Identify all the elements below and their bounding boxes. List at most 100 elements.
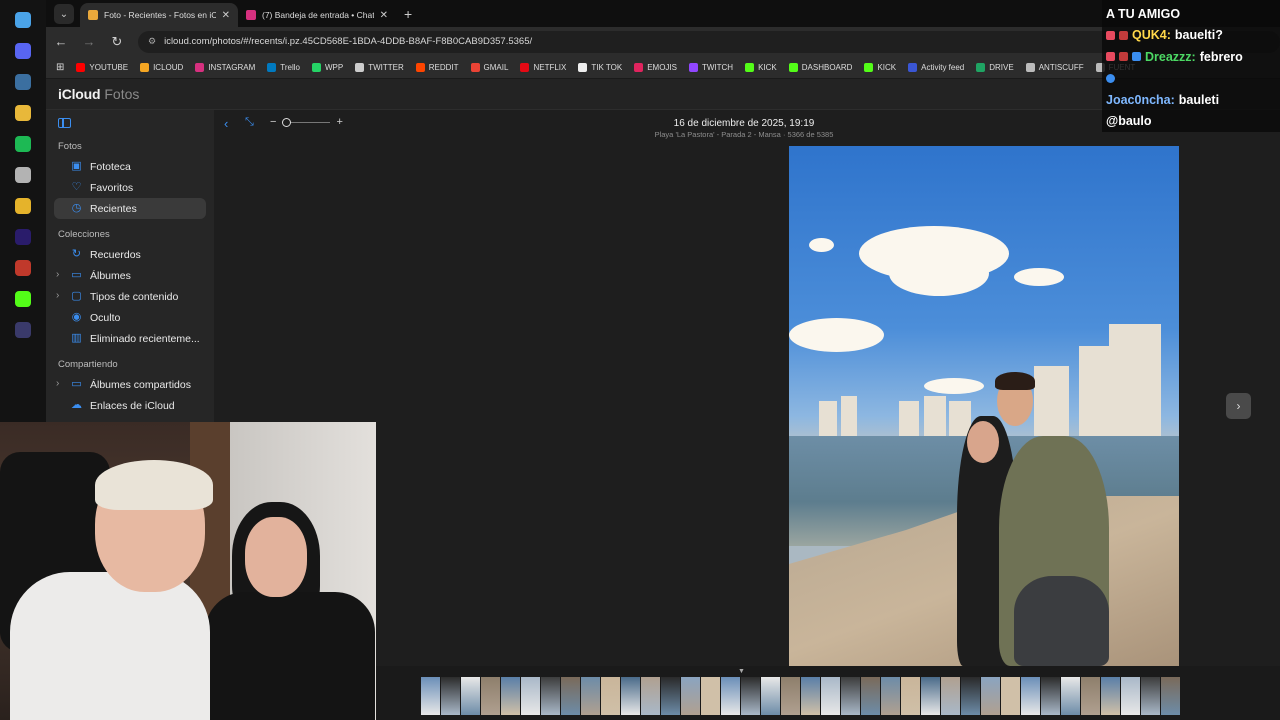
sidebar-item[interactable]: › ▭ Álbumes (54, 265, 206, 286)
sidebar-item[interactable]: › ▭ Álbumes compartidos (54, 374, 206, 395)
photo-thumbnail[interactable] (1161, 677, 1180, 715)
new-tab-plus-icon[interactable]: + (404, 6, 412, 22)
bookmark-item[interactable]: KICK (864, 62, 896, 72)
sidebar-item[interactable]: › ▢ Tipos de contenido (54, 286, 206, 307)
bookmark-item[interactable]: ANTISCUFF (1025, 62, 1084, 72)
bookmark-item[interactable]: NETFLIX (520, 62, 566, 72)
bookmark-item[interactable]: YOUTUBE (76, 62, 128, 72)
obs-icon[interactable] (0, 159, 46, 190)
photo-thumbnail[interactable] (1101, 677, 1120, 715)
photo-thumbnail[interactable] (821, 677, 840, 715)
photo-thumbnail[interactable] (941, 677, 960, 715)
photo-thumbnail[interactable] (1061, 677, 1080, 715)
chevron-right-icon[interactable]: › (56, 290, 59, 301)
sidebar-item[interactable]: ↻ Recuerdos (54, 244, 206, 265)
photo-thumbnail[interactable] (861, 677, 880, 715)
sidebar-item[interactable]: ◷ Recientes (54, 198, 206, 219)
chevron-right-icon[interactable]: › (56, 269, 59, 280)
photo-thumbnail[interactable] (881, 677, 900, 715)
back-arrow-icon[interactable]: ← (54, 34, 68, 49)
app-icon[interactable] (0, 314, 46, 345)
bookmark-item[interactable]: GMAIL (470, 62, 508, 72)
steam-icon[interactable] (0, 66, 46, 97)
photo-thumbnail[interactable] (421, 677, 440, 715)
bookmark-item[interactable]: INSTAGRAM (195, 62, 255, 72)
file-explorer-icon[interactable] (0, 97, 46, 128)
zoom-out-button[interactable]: − (270, 116, 276, 128)
bookmark-item[interactable]: EMOJIS (634, 62, 677, 72)
windows-icon[interactable] (0, 4, 46, 35)
bookmark-item[interactable]: ICLOUD (140, 62, 183, 72)
photo-thumbnail[interactable] (501, 677, 520, 715)
photo-thumbnail[interactable] (561, 677, 580, 715)
kick-icon[interactable] (0, 283, 46, 314)
bookmark-item[interactable]: KICK (745, 62, 777, 72)
photo-thumbnail[interactable] (521, 677, 540, 715)
photo-thumbnail[interactable] (921, 677, 940, 715)
photo-thumbnail[interactable] (601, 677, 620, 715)
photo-thumbnail[interactable] (721, 677, 740, 715)
expand-arrows-icon[interactable]: ⤡ (245, 116, 254, 129)
bookmark-item[interactable]: TWITCH (688, 62, 733, 72)
main-photo[interactable] (789, 146, 1179, 666)
photo-thumbnail[interactable] (1121, 677, 1140, 715)
close-tab-icon[interactable]: ✕ (222, 10, 230, 21)
photo-thumbnail[interactable] (481, 677, 500, 715)
photo-thumbnail[interactable] (681, 677, 700, 715)
photo-thumbnail[interactable] (961, 677, 980, 715)
sidebar-toggle-icon[interactable] (58, 118, 71, 128)
bookmark-item[interactable]: DASHBOARD (788, 62, 852, 72)
zoom-slider[interactable] (282, 117, 331, 127)
forward-arrow-icon[interactable]: → (82, 34, 96, 49)
sidebar-item[interactable]: ☁ Enlaces de iCloud (54, 395, 206, 416)
next-photo-chevron-icon[interactable]: › (1226, 393, 1251, 419)
photo-thumbnail[interactable] (981, 677, 1000, 715)
back-chevron-icon[interactable]: ‹ (224, 116, 228, 131)
apps-grid-icon[interactable]: ⊞ (56, 62, 64, 73)
zoom-slider-knob[interactable] (282, 117, 292, 127)
tab-search-chevron-icon[interactable]: ⌄ (54, 4, 74, 24)
photo-thumbnail[interactable] (581, 677, 600, 715)
photo-thumbnail[interactable] (1081, 677, 1100, 715)
photo-thumbnail[interactable] (1041, 677, 1060, 715)
photo-thumbnail[interactable] (701, 677, 720, 715)
photo-thumbnail[interactable] (441, 677, 460, 715)
discord-icon[interactable] (0, 35, 46, 66)
photo-thumbnail[interactable] (901, 677, 920, 715)
photo-thumbnail[interactable] (741, 677, 760, 715)
tab-icloud-photos[interactable]: Foto - Recientes - Fotos en iClo ✕ (80, 3, 238, 27)
bookmark-item[interactable]: DRIVE (976, 62, 1014, 72)
bookmark-item[interactable]: Trello (267, 62, 300, 72)
photo-thumbnail[interactable] (641, 677, 660, 715)
voicemeeter-icon[interactable] (0, 252, 46, 283)
sidebar-item[interactable]: ◉ Oculto (54, 307, 206, 328)
photo-thumbnail[interactable] (541, 677, 560, 715)
zoom-in-button[interactable]: + (336, 116, 342, 128)
bookmark-item[interactable]: WPP (311, 62, 343, 72)
close-tab-icon[interactable]: ✕ (380, 10, 388, 21)
chevron-right-icon[interactable]: › (56, 378, 59, 389)
site-info-icon[interactable]: ⚙ (148, 36, 156, 47)
bookmark-item[interactable]: TWITTER (355, 62, 404, 72)
photo-thumbnail[interactable] (461, 677, 480, 715)
icloud-logo[interactable]: iCloud (58, 86, 101, 102)
photo-thumbnail[interactable] (621, 677, 640, 715)
photo-thumbnail[interactable] (1021, 677, 1040, 715)
bookmark-item[interactable]: TIK TOK (578, 62, 622, 72)
spotify-icon[interactable] (0, 128, 46, 159)
tab-instagram-inbox[interactable]: (7) Bandeja de entrada • Chats ✕ (238, 3, 396, 27)
photo-thumbnail[interactable] (801, 677, 820, 715)
sidebar-item[interactable]: ▣ Fototeca (54, 156, 206, 177)
reload-icon[interactable]: ↻ (110, 34, 124, 50)
bookmark-item[interactable]: Activity feed (908, 62, 964, 72)
premiere-icon[interactable] (0, 221, 46, 252)
photo-thumbnail[interactable] (781, 677, 800, 715)
photo-thumbnail[interactable] (1001, 677, 1020, 715)
photo-thumbnail[interactable] (661, 677, 680, 715)
photo-thumbnail[interactable] (1141, 677, 1160, 715)
bookmark-item[interactable]: REDDIT (415, 62, 459, 72)
sidebar-item[interactable]: ▥ Eliminado recienteme... (54, 328, 206, 349)
photo-thumbnail[interactable] (761, 677, 780, 715)
photo-thumbnail[interactable] (841, 677, 860, 715)
sidebar-item[interactable]: ♡ Favoritos (54, 177, 206, 198)
